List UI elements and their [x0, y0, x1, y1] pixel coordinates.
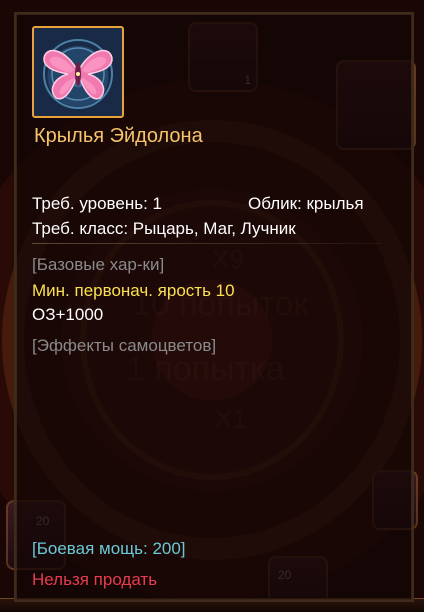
item-tooltip: Крылья Эйдолона Треб. уровень: 1 Облик: …: [14, 12, 414, 602]
stat-hp: ОЗ+1000: [32, 305, 104, 324]
sell-status: Нельзя продать: [32, 570, 158, 589]
item-name: Крылья Эйдолона: [34, 125, 203, 147]
appearance-type: Облик: крылья: [248, 194, 364, 213]
base-stats-header: [Базовые хар-ки]: [32, 255, 165, 274]
combat-power: [Боевая мощь: 200]: [32, 539, 186, 558]
wings-icon: [43, 39, 113, 109]
required-class: Треб. класс: Рыцарь, Маг, Лучник: [32, 219, 296, 238]
stat-rage: Мин. первонач. ярость 10: [32, 281, 235, 300]
gem-effects-header: [Эффекты самоцветов]: [32, 336, 217, 355]
section-divider: [32, 243, 382, 244]
required-level: Треб. уровень: 1: [32, 194, 162, 213]
item-icon-frame: [32, 26, 124, 118]
